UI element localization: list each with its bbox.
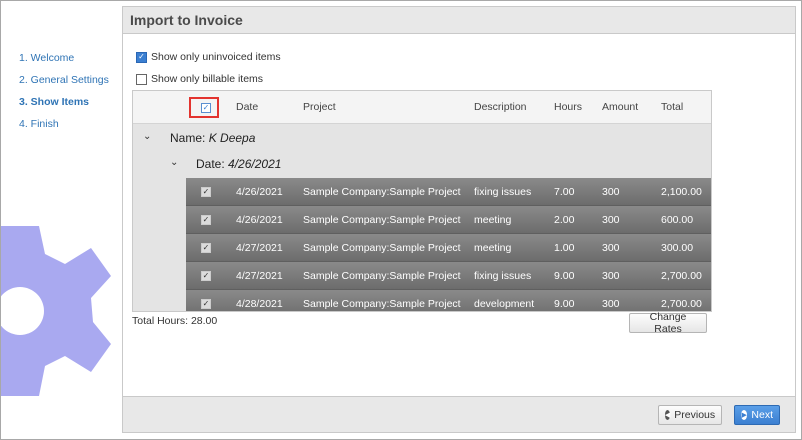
cell-total: 300.00 — [661, 242, 694, 254]
cell-date: 4/28/2021 — [236, 298, 283, 310]
cell-amount: 300 — [602, 214, 620, 226]
items-grid: ✓ Date Project Description Hours Amount … — [132, 90, 712, 312]
arrow-right-icon: ▶ — [741, 410, 748, 420]
cell-hours: 7.00 — [554, 186, 575, 198]
cell-total: 2,700.00 — [661, 298, 702, 310]
step-finish[interactable]: 4. Finish — [19, 117, 109, 139]
chevron-down-icon[interactable]: ⌄ — [143, 131, 151, 142]
change-rates-button[interactable]: Change Rates — [629, 311, 707, 335]
uninvoiced-label: Show only uninvoiced items — [151, 51, 281, 63]
wizard-steps: 1. Welcome 2. General Settings 3. Show I… — [19, 51, 109, 139]
uninvoiced-option[interactable]: ✓ Show only uninvoiced items — [136, 51, 281, 63]
gear-icon — [1, 226, 111, 396]
cell-amount: 300 — [602, 186, 620, 198]
col-project[interactable]: Project — [303, 101, 336, 113]
wizard-window: 1. Welcome 2. General Settings 3. Show I… — [0, 0, 802, 440]
previous-label: Previous — [674, 409, 716, 421]
cell-project: Sample Company:Sample Project — [303, 270, 461, 282]
group-name-value: K Deepa — [208, 131, 256, 145]
cell-hours: 9.00 — [554, 270, 575, 282]
cell-hours: 9.00 — [554, 298, 575, 310]
group-date-value: 4/26/2021 — [228, 157, 282, 171]
cell-hours: 1.00 — [554, 242, 575, 254]
group-name-row: ⌄ Name: K Deepa — [133, 124, 711, 152]
cell-date: 4/27/2021 — [236, 242, 283, 254]
row-checkbox[interactable]: ✓ — [201, 271, 211, 281]
cell-amount: 300 — [602, 298, 620, 310]
select-all-checkbox[interactable]: ✓ — [201, 103, 211, 113]
col-date[interactable]: Date — [236, 101, 258, 113]
cell-description: meeting — [474, 242, 512, 254]
previous-button[interactable]: ◀ Previous — [658, 405, 722, 425]
cell-date: 4/27/2021 — [236, 270, 283, 282]
cell-description: development — [474, 298, 535, 310]
cell-date: 4/26/2021 — [236, 214, 283, 226]
next-label: Next — [751, 409, 773, 421]
billable-checkbox[interactable] — [136, 73, 147, 85]
group-date-label: Date: — [196, 157, 225, 171]
page-title: Import to Invoice — [130, 12, 243, 28]
wizard-footer: ◀ Previous ▶ Next — [123, 396, 795, 432]
next-button[interactable]: ▶ Next — [734, 405, 780, 425]
select-all-highlight: ✓ — [189, 97, 219, 118]
table-row[interactable]: ✓ 4/27/2021 Sample Company:Sample Projec… — [186, 234, 711, 262]
uninvoiced-checkbox[interactable]: ✓ — [136, 51, 147, 63]
cell-total: 600.00 — [661, 214, 694, 226]
cell-total: 2,100.00 — [661, 186, 702, 198]
step-general-settings[interactable]: 2. General Settings — [19, 73, 109, 95]
col-description[interactable]: Description — [474, 101, 527, 113]
chevron-down-icon[interactable]: ⌄ — [170, 157, 178, 168]
grid-header: ✓ Date Project Description Hours Amount … — [133, 91, 711, 124]
step-welcome[interactable]: 1. Welcome — [19, 51, 109, 73]
table-row[interactable]: ✓ 4/27/2021 Sample Company:Sample Projec… — [186, 262, 711, 290]
arrow-left-icon: ◀ — [664, 410, 671, 420]
cell-description: meeting — [474, 214, 512, 226]
cell-date: 4/26/2021 — [236, 186, 283, 198]
col-hours[interactable]: Hours — [554, 101, 582, 113]
cell-hours: 2.00 — [554, 214, 575, 226]
cell-project: Sample Company:Sample Project — [303, 214, 461, 226]
total-hours: Total Hours: 28.00 — [132, 315, 218, 327]
col-total[interactable]: Total — [661, 101, 683, 113]
title-bar: Import to Invoice — [123, 7, 795, 34]
grid-rows: ✓ 4/26/2021 Sample Company:Sample Projec… — [186, 178, 711, 311]
cell-amount: 300 — [602, 270, 620, 282]
row-checkbox[interactable]: ✓ — [201, 187, 211, 197]
cell-amount: 300 — [602, 242, 620, 254]
row-checkbox[interactable]: ✓ — [201, 243, 211, 253]
table-row[interactable]: ✓ 4/26/2021 Sample Company:Sample Projec… — [186, 178, 711, 206]
cell-total: 2,700.00 — [661, 270, 702, 282]
cell-project: Sample Company:Sample Project — [303, 298, 461, 310]
main-panel: Import to Invoice ✓ Show only uninvoiced… — [122, 6, 796, 433]
billable-label: Show only billable items — [151, 73, 264, 85]
row-checkbox[interactable]: ✓ — [201, 215, 211, 225]
billable-option[interactable]: Show only billable items — [136, 73, 263, 85]
group-date-row: ⌄ Date: 4/26/2021 — [133, 151, 711, 177]
cell-description: fixing issues — [474, 270, 532, 282]
cell-project: Sample Company:Sample Project — [303, 186, 461, 198]
cell-description: fixing issues — [474, 186, 532, 198]
step-show-items[interactable]: 3. Show Items — [19, 95, 109, 117]
row-checkbox[interactable]: ✓ — [201, 299, 211, 309]
table-row[interactable]: ✓ 4/28/2021 Sample Company:Sample Projec… — [186, 290, 711, 311]
col-amount[interactable]: Amount — [602, 101, 638, 113]
group-name-label: Name: — [170, 131, 206, 145]
table-row[interactable]: ✓ 4/26/2021 Sample Company:Sample Projec… — [186, 206, 711, 234]
cell-project: Sample Company:Sample Project — [303, 242, 461, 254]
